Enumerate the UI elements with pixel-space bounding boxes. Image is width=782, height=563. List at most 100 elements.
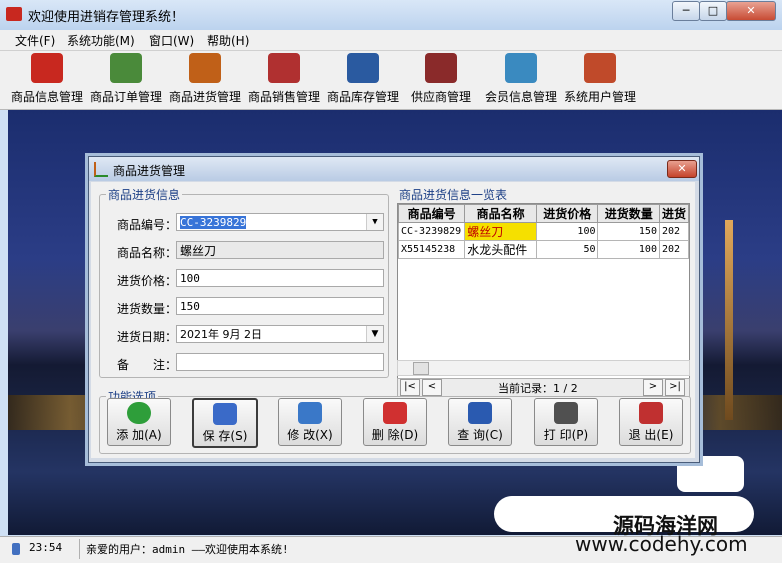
qty-label: 进货数量： — [117, 302, 178, 316]
purchase-grid[interactable]: 商品编号 商品名称 进货价格 进货数量 进货 CC-3239829 螺丝刀 10… — [397, 203, 690, 380]
table-row[interactable]: X55145238 水龙头配件 50 100 202 — [398, 240, 689, 259]
main-title-bar[interactable]: 欢迎使用进销存管理系统！ ─ □ ✕ — [0, 0, 782, 30]
save-button[interactable]: 保 存(S) — [192, 398, 258, 448]
tool-label: 商品订单管理 — [89, 90, 162, 104]
dialog-close-button[interactable]: ✕ — [667, 160, 697, 178]
chart-icon — [94, 162, 108, 177]
price-input[interactable]: 100 — [176, 269, 384, 287]
window-title: 欢迎使用进销存管理系统！ — [28, 10, 185, 25]
cell[interactable]: 202 — [658, 222, 689, 241]
exit-icon — [639, 402, 663, 424]
edit-button[interactable]: 修 改(X) — [278, 398, 342, 446]
menu-help[interactable]: 帮助(H) — [207, 32, 249, 49]
close-button[interactable]: ✕ — [726, 1, 776, 21]
user-icon — [584, 53, 616, 83]
col-header[interactable]: 进货 — [658, 204, 689, 223]
grid-header: 商品编号 商品名称 进货价格 进货数量 进货 — [398, 204, 689, 223]
exit-label: 退 出(E) — [628, 428, 674, 442]
tool-purchase[interactable]: 商品进货管理 — [166, 53, 244, 107]
edit-label: 修 改(X) — [287, 428, 333, 442]
status-time: 23:54 — [29, 541, 63, 554]
member-icon — [505, 53, 537, 83]
table-row[interactable]: CC-3239829 螺丝刀 100 150 202 — [398, 222, 689, 241]
list-legend: 商品进货信息一览表 — [399, 188, 508, 202]
save-icon — [213, 403, 237, 425]
order-icon — [110, 53, 142, 83]
delete-button[interactable]: 删 除(D) — [363, 398, 427, 446]
dialog-title-bar[interactable]: 商品进货管理 ✕ — [89, 157, 699, 181]
tool-inventory[interactable]: 商品库存管理 — [324, 53, 402, 107]
menu-file[interactable]: 文件(F) — [15, 32, 55, 49]
query-button[interactable]: 查 询(C) — [448, 398, 512, 446]
maximize-button[interactable]: □ — [699, 1, 727, 21]
date-picker[interactable]: 2021年 9月 2日 ▼ — [176, 325, 384, 343]
watermark-url: www.codehy.com — [575, 532, 748, 556]
print-button[interactable]: 打 印(P) — [534, 398, 598, 446]
print-label: 打 印(P) — [543, 428, 589, 442]
cell[interactable]: 100 — [597, 240, 660, 259]
col-header[interactable]: 进货数量 — [597, 204, 660, 223]
status-message: 亲爱的用户：admin ——欢迎使用本系统! — [86, 543, 289, 556]
status-divider — [79, 539, 80, 559]
info-legend: 商品进货信息 — [108, 188, 181, 202]
tool-order[interactable]: 商品订单管理 — [87, 53, 165, 107]
date-label: 进货日期： — [117, 330, 178, 344]
cell[interactable]: 100 — [535, 222, 599, 241]
note-label: 备 注： — [117, 358, 178, 372]
col-header[interactable]: 进货价格 — [535, 204, 599, 223]
menu-system[interactable]: 系统功能(M) — [67, 32, 135, 49]
tool-label: 会员信息管理 — [484, 90, 557, 104]
tool-label: 商品库存管理 — [326, 90, 399, 104]
code-combo[interactable]: CC-3239829 ▼ — [176, 213, 384, 231]
cell[interactable]: 202 — [658, 240, 689, 259]
cell[interactable]: 螺丝刀 — [464, 222, 537, 241]
name-field: 螺丝刀 — [176, 241, 384, 259]
sales-icon — [268, 53, 300, 83]
tool-user[interactable]: 系统用户管理 — [561, 53, 639, 107]
status-icon — [12, 543, 20, 555]
main-toolbar: 商品信息管理 商品订单管理 商品进货管理 商品销售管理 商品库存管理 供应商管理… — [0, 51, 782, 110]
supplier-icon — [425, 53, 457, 83]
price-label: 进货价格： — [117, 274, 178, 288]
menu-window[interactable]: 窗口(W) — [149, 32, 194, 49]
scroll-thumb[interactable] — [413, 362, 429, 375]
add-button[interactable]: 添 加(A) — [107, 398, 171, 446]
add-icon — [127, 402, 151, 424]
tool-label: 供应商管理 — [410, 90, 471, 104]
code-value: CC-3239829 — [180, 216, 247, 229]
dialog-title: 商品进货管理 — [113, 164, 186, 178]
cell[interactable]: 水龙头配件 — [464, 240, 537, 259]
cell[interactable]: X55145238 — [398, 240, 466, 259]
chevron-down-icon[interactable]: ▼ — [366, 214, 383, 230]
qty-input[interactable]: 150 — [176, 297, 384, 315]
tool-supplier[interactable]: 供应商管理 — [402, 53, 480, 107]
tool-product-info[interactable]: 商品信息管理 — [8, 53, 86, 107]
name-label: 商品名称： — [117, 246, 178, 260]
tool-label: 系统用户管理 — [563, 90, 636, 104]
menu-bar: 文件(F) 系统功能(M) 窗口(W) 帮助(H) — [0, 30, 782, 51]
col-header[interactable]: 商品名称 — [464, 204, 537, 223]
delete-label: 删 除(D) — [371, 428, 419, 442]
product-info-icon — [31, 53, 63, 83]
query-icon — [468, 402, 492, 424]
app-icon — [6, 7, 22, 21]
delete-icon — [383, 402, 407, 424]
note-input[interactable] — [176, 353, 384, 371]
chevron-down-icon[interactable]: ▼ — [366, 326, 383, 342]
cell[interactable]: 150 — [597, 222, 660, 241]
purchase-dialog: 商品进货管理 ✕ 商品进货信息 商品编号： CC-3239829 ▼ 商品名称：… — [88, 156, 700, 463]
cell[interactable]: 50 — [535, 240, 599, 259]
horizontal-scrollbar[interactable] — [397, 360, 690, 376]
code-label: 商品编号： — [117, 218, 178, 232]
tool-sales[interactable]: 商品销售管理 — [245, 53, 323, 107]
exit-button[interactable]: 退 出(E) — [619, 398, 683, 446]
col-header[interactable]: 商品编号 — [398, 204, 466, 223]
dialog-body: 商品进货信息 商品编号： CC-3239829 ▼ 商品名称： 螺丝刀 进货价格… — [91, 182, 695, 458]
tool-label: 商品销售管理 — [247, 90, 320, 104]
minimize-button[interactable]: ─ — [672, 1, 700, 21]
tool-member[interactable]: 会员信息管理 — [482, 53, 560, 107]
save-label: 保 存(S) — [202, 429, 248, 443]
tool-label: 商品进货管理 — [168, 90, 241, 104]
cell[interactable]: CC-3239829 — [398, 222, 466, 241]
query-label: 查 询(C) — [457, 428, 503, 442]
